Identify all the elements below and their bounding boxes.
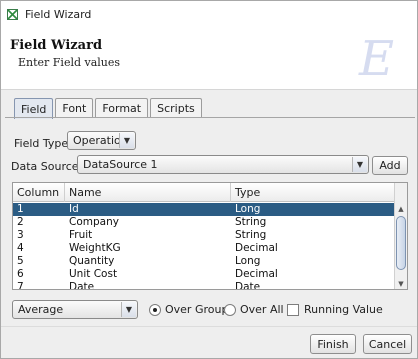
- table-row[interactable]: 2 Company String: [13, 216, 395, 229]
- cell-name: WeightKG: [69, 242, 121, 254]
- chevron-down-icon: ▼: [119, 133, 134, 148]
- radio-selected-icon: [149, 303, 161, 316]
- grid-app-icon: [7, 9, 18, 20]
- scroll-down-icon[interactable]: ▼: [395, 278, 407, 289]
- cell-name: Unit Cost: [69, 268, 118, 280]
- tab-font[interactable]: Font: [55, 98, 94, 118]
- scroll-thumb[interactable]: [396, 216, 406, 270]
- window-title: Field Wizard: [25, 8, 92, 21]
- footer-divider: [1, 326, 417, 327]
- radio-unselected-icon: [224, 303, 236, 316]
- over-all-radio[interactable]: Over All: [224, 303, 284, 316]
- table-body: 1 Id Long 2 Company String 3 Fruit String 4 Weight…: [13, 203, 395, 290]
- cell-type: Decimal: [235, 268, 278, 280]
- wizard-logo: E: [345, 31, 407, 87]
- cell-name: Id: [69, 203, 79, 215]
- running-value-checkbox[interactable]: Running Value: [287, 303, 383, 316]
- tab-format[interactable]: Format: [95, 98, 149, 118]
- cell-column: 5: [17, 255, 24, 267]
- table-row[interactable]: 3 Fruit String: [13, 229, 395, 242]
- table-row[interactable]: 1 Id Long: [13, 203, 395, 216]
- table-header: Column Name Type: [13, 183, 395, 202]
- cell-type: Decimal: [235, 242, 278, 254]
- cell-column: 2: [17, 216, 24, 228]
- cell-column: 7: [17, 281, 24, 290]
- finish-button[interactable]: Finish: [310, 334, 356, 354]
- vertical-scrollbar[interactable]: ▲ ▼: [394, 183, 407, 289]
- header-banner: Field Wizard Enter Field values E: [1, 28, 417, 90]
- banner-title: Field Wizard: [10, 38, 103, 53]
- tab-field[interactable]: Field: [14, 98, 54, 119]
- cell-type: Date: [235, 281, 261, 290]
- aggregate-value: Average: [18, 303, 64, 316]
- data-source-select[interactable]: DataSource 1 ▼: [77, 155, 369, 174]
- aggregate-select[interactable]: Average ▼: [12, 300, 138, 319]
- title-bar: Field Wizard: [1, 1, 417, 28]
- column-header-column[interactable]: Column: [13, 183, 65, 202]
- running-value-label: Running Value: [304, 303, 383, 316]
- banner-subtitle: Enter Field values: [18, 56, 121, 69]
- column-header-type[interactable]: Type: [231, 183, 395, 202]
- cell-type: Long: [235, 255, 261, 267]
- checkbox-unchecked-icon: [287, 303, 299, 316]
- cell-column: 1: [17, 203, 24, 215]
- scroll-up-icon[interactable]: ▲: [395, 203, 407, 214]
- cell-column: 3: [17, 229, 24, 241]
- field-type-select[interactable]: Operation ▼: [67, 131, 136, 150]
- cell-name: Company: [69, 216, 119, 228]
- table-row[interactable]: 5 Quantity Long: [13, 255, 395, 268]
- tab-bar: Field Font Format Scripts: [14, 98, 204, 119]
- tab-scripts[interactable]: Scripts: [150, 98, 202, 118]
- cell-type: String: [235, 229, 267, 241]
- data-source-value: DataSource 1: [83, 158, 158, 171]
- cell-name: Fruit: [69, 229, 93, 241]
- field-wizard-window: Field Wizard Field Wizard Enter Field va…: [0, 0, 418, 359]
- add-button[interactable]: Add: [372, 156, 408, 175]
- chevron-down-icon: ▼: [352, 157, 367, 172]
- column-header-name[interactable]: Name: [65, 183, 231, 202]
- cancel-button[interactable]: Cancel: [363, 334, 412, 354]
- data-source-label: Data Source:: [11, 160, 83, 173]
- table-row[interactable]: 6 Unit Cost Decimal: [13, 268, 395, 281]
- over-all-label: Over All: [240, 303, 284, 316]
- chevron-down-icon: ▼: [121, 302, 136, 317]
- cell-name: Quantity: [69, 255, 115, 267]
- table-row[interactable]: 7 Date Date: [13, 281, 395, 290]
- over-group-label: Over Group: [165, 303, 229, 316]
- table-row[interactable]: 4 WeightKG Decimal: [13, 242, 395, 255]
- columns-table: Column Name Type 1 Id Long 2 Company String 3 F…: [12, 182, 408, 290]
- cell-column: 6: [17, 268, 24, 280]
- cell-name: Date: [69, 281, 95, 290]
- cell-column: 4: [17, 242, 24, 254]
- cell-type: String: [235, 216, 267, 228]
- cell-type: Long: [235, 203, 261, 215]
- field-type-label: Field Type:: [14, 137, 72, 150]
- over-group-radio[interactable]: Over Group: [149, 303, 228, 316]
- logo-glyph: E: [359, 31, 395, 87]
